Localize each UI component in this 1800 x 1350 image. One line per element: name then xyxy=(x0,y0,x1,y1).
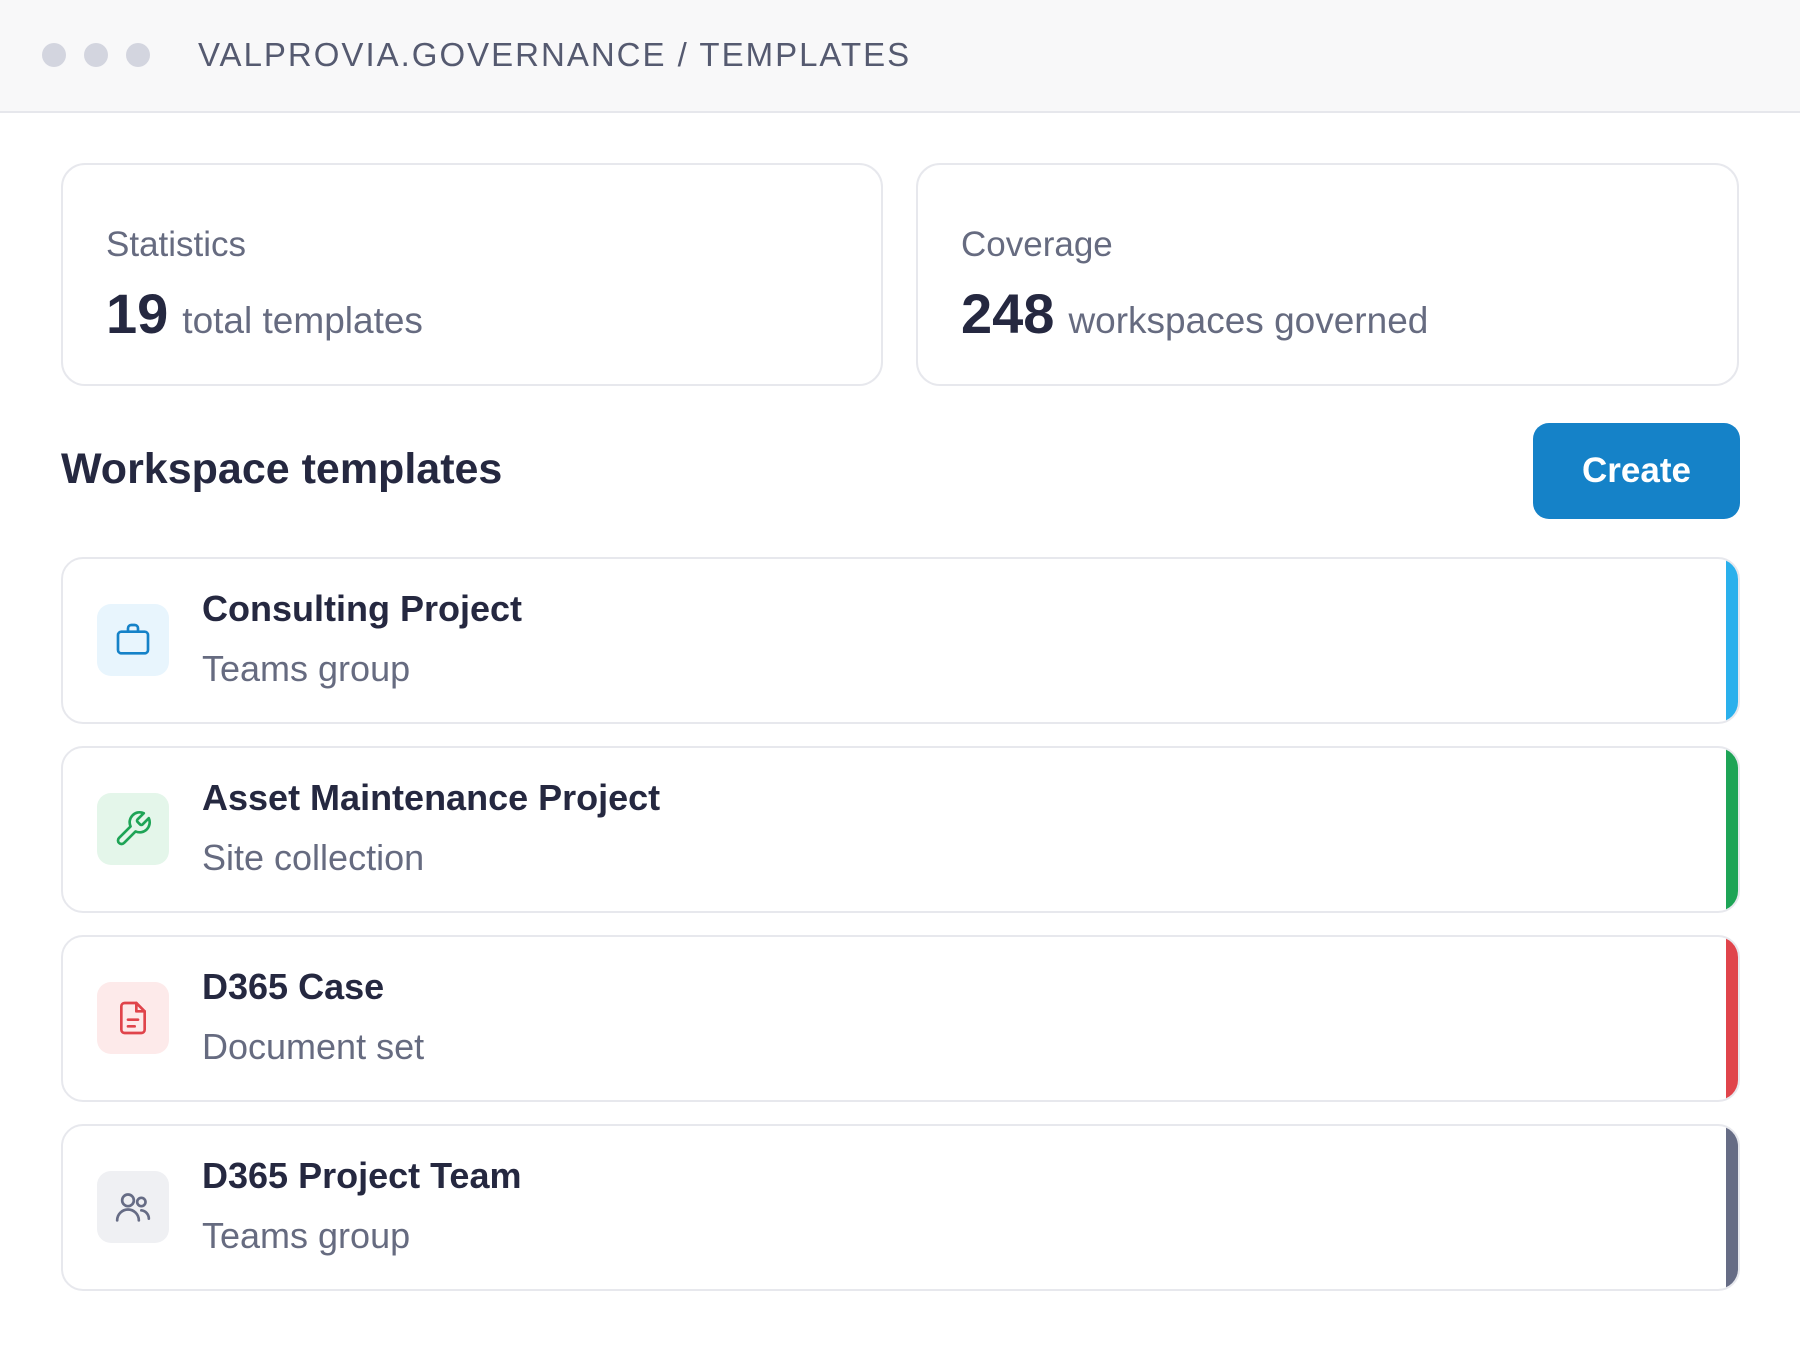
window-maximize-dot[interactable] xyxy=(126,43,150,67)
template-icon-box xyxy=(97,793,169,865)
coverage-value: 248 workspaces governed xyxy=(961,282,1428,361)
template-type: Document set xyxy=(202,1026,425,1067)
briefcase-icon xyxy=(116,623,150,655)
template-icon-box xyxy=(97,1171,169,1243)
template-icon-box xyxy=(97,982,169,1054)
template-accent-bar xyxy=(1726,1126,1738,1289)
template-row[interactable]: D365 Case Document set xyxy=(61,935,1740,1102)
template-type: Teams group xyxy=(202,1215,411,1256)
coverage-card: Coverage 248 workspaces governed xyxy=(916,163,1739,386)
template-accent-bar xyxy=(1726,559,1738,722)
template-row[interactable]: Asset Maintenance Project Site collectio… xyxy=(61,746,1740,913)
template-title: Asset Maintenance Project xyxy=(202,777,661,818)
document-icon xyxy=(120,1001,146,1035)
window-close-dot[interactable] xyxy=(42,43,66,67)
statistics-label: Statistics xyxy=(106,225,247,264)
statistics-card: Statistics 19 total templates xyxy=(61,163,883,386)
template-accent-bar xyxy=(1726,748,1738,911)
template-title: Consulting Project xyxy=(202,588,523,629)
create-button[interactable]: Create xyxy=(1533,423,1740,519)
window-minimize-dot[interactable] xyxy=(84,43,108,67)
template-icon-box xyxy=(97,604,169,676)
template-row[interactable]: D365 Project Team Teams group xyxy=(61,1124,1740,1291)
template-row[interactable]: Consulting Project Teams group xyxy=(61,557,1740,724)
breadcrumb: VALPROVIA.GOVERNANCE / TEMPLATES xyxy=(198,36,912,73)
coverage-unit: workspaces governed xyxy=(1068,300,1429,341)
wrench-icon xyxy=(116,811,151,846)
statistics-value: 19 total templates xyxy=(106,282,423,361)
template-type: Site collection xyxy=(202,837,425,878)
statistics-number: 19 xyxy=(106,282,169,345)
users-icon xyxy=(115,1193,151,1222)
coverage-number: 248 xyxy=(961,282,1055,345)
section-title: Workspace templates xyxy=(61,445,503,493)
template-title: D365 Case xyxy=(202,966,385,1007)
statistics-unit: total templates xyxy=(182,300,423,341)
template-title: D365 Project Team xyxy=(202,1155,522,1196)
coverage-label: Coverage xyxy=(961,225,1113,264)
template-accent-bar xyxy=(1726,937,1738,1100)
window-titlebar: VALPROVIA.GOVERNANCE / TEMPLATES xyxy=(0,0,1800,113)
template-type: Teams group xyxy=(202,648,411,689)
